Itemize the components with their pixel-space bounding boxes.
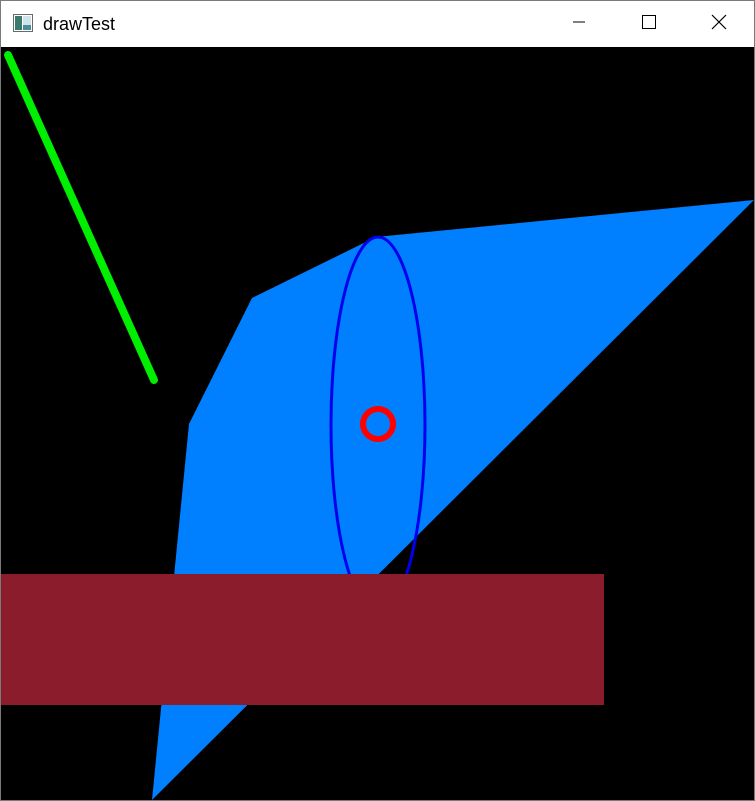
close-icon	[711, 14, 727, 35]
window-title: drawTest	[43, 14, 116, 34]
maximize-icon	[641, 14, 657, 35]
minimize-button[interactable]	[556, 1, 602, 47]
app-window-icon	[13, 14, 33, 32]
drawing-canvas[interactable]	[1, 47, 754, 800]
minimize-icon	[571, 14, 587, 35]
app-window: drawTest	[0, 0, 755, 801]
close-button[interactable]	[696, 1, 742, 47]
maximize-button[interactable]	[626, 1, 672, 47]
blue-polygon	[152, 200, 754, 800]
green-line	[4, 51, 158, 384]
title-bar[interactable]: drawTest	[1, 1, 754, 47]
drawing-surface	[1, 51, 754, 800]
red-rectangle	[1, 574, 604, 705]
